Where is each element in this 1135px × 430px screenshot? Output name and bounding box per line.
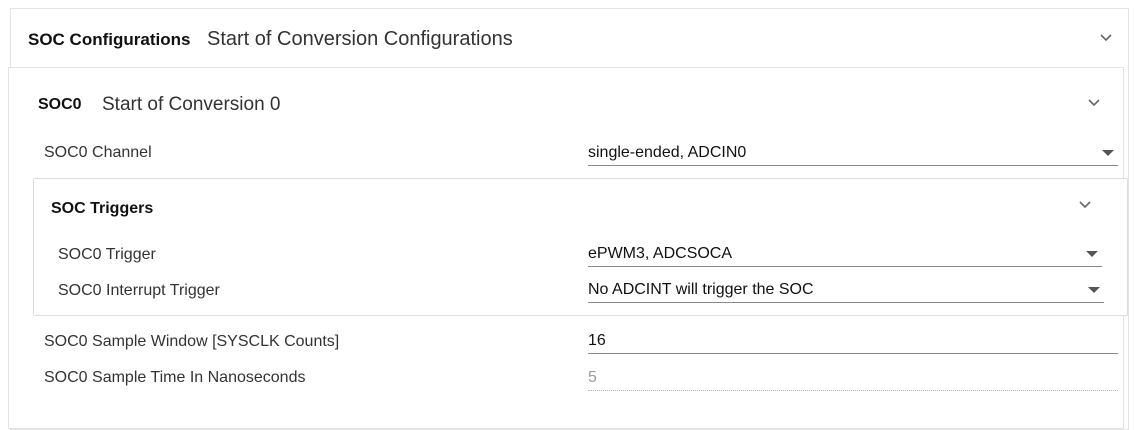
soc0-sample-window-input[interactable]: 16 (588, 327, 1118, 354)
soc0-interrupt-trigger-label: SOC0 Interrupt Trigger (58, 282, 220, 299)
soc-configurations-header[interactable]: SOC Configurations Start of Conversion C… (11, 9, 1128, 71)
soc0-interrupt-trigger-value: No ADCINT will trigger the SOC (588, 281, 814, 298)
soc0-channel-select[interactable]: single-ended, ADCIN0 (588, 139, 1118, 166)
soc0-sample-time-value: 5 (588, 369, 597, 386)
chevron-down-icon[interactable] (1099, 33, 1113, 43)
soc-configurations-description: Start of Conversion Configurations (207, 28, 513, 50)
chevron-down-icon[interactable] (1087, 98, 1101, 108)
soc0-trigger-value: ePWM3, ADCSOCA (588, 245, 733, 262)
soc0-sample-window-value: 16 (588, 332, 606, 349)
soc0-channel-label: SOC0 Channel (44, 144, 152, 161)
soc0-sample-time-field: 5 (588, 364, 1118, 391)
soc-configurations-title: SOC Configurations (28, 30, 191, 49)
soc0-header[interactable]: SOC0 Start of Conversion 0 (9, 68, 1123, 120)
dropdown-caret-icon (1088, 287, 1100, 293)
soc0-trigger-select[interactable]: ePWM3, ADCSOCA (588, 240, 1102, 267)
soc0-description: Start of Conversion 0 (102, 94, 281, 115)
dropdown-caret-icon (1086, 251, 1098, 257)
soc0-title: SOC0 (38, 96, 82, 113)
soc0-trigger-label: SOC0 Trigger (58, 246, 156, 263)
soc0-sample-time-label: SOC0 Sample Time In Nanoseconds (44, 369, 306, 386)
soc0-sample-window-label: SOC0 Sample Window [SYSCLK Counts] (44, 333, 340, 350)
dropdown-caret-icon (1102, 150, 1114, 156)
chevron-down-icon[interactable] (1078, 200, 1092, 210)
soc0-interrupt-trigger-select[interactable]: No ADCINT will trigger the SOC (588, 276, 1104, 303)
soc0-channel-value: single-ended, ADCIN0 (588, 144, 747, 161)
soc-triggers-title: SOC Triggers (51, 200, 154, 217)
